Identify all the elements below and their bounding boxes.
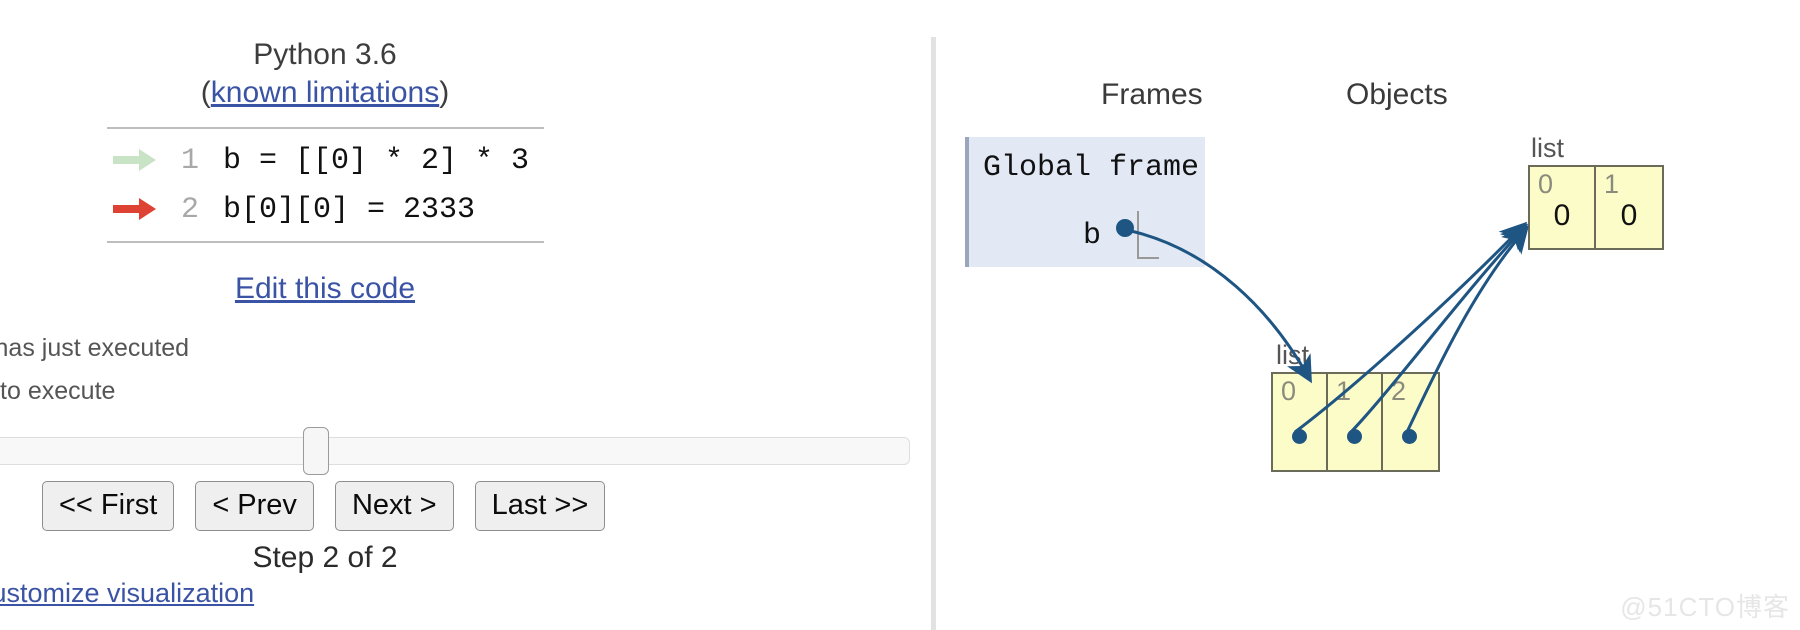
pointer-dot-icon bbox=[1347, 429, 1362, 444]
list-cell: 1 bbox=[1328, 374, 1383, 470]
inner-list-type-label: list bbox=[1531, 133, 1564, 163]
next-line-arrow-icon bbox=[107, 185, 161, 234]
list-cell-index: 1 bbox=[1604, 169, 1620, 199]
step-slider-handle[interactable] bbox=[303, 427, 329, 475]
paren-close: ) bbox=[439, 76, 450, 109]
list-cell-index: 2 bbox=[1391, 376, 1407, 406]
list-cell-value: 0 bbox=[1620, 199, 1638, 232]
outer-list-type-label: list bbox=[1276, 340, 1309, 370]
outer-list-object: 0 1 2 bbox=[1271, 372, 1440, 472]
global-frame-title: Global frame bbox=[983, 151, 1200, 185]
variable-slot-b bbox=[1137, 211, 1159, 259]
inner-list-object: 0 0 1 0 bbox=[1528, 165, 1664, 250]
legend-next-to-execute: next line to execute bbox=[0, 377, 116, 405]
app-root: Python 3.6 (known limitations) 1 b = [[0… bbox=[0, 0, 1800, 630]
watermark: @51CTO博客 bbox=[1620, 592, 1790, 622]
list-cell: 2 bbox=[1383, 374, 1438, 470]
pointer-dot-icon bbox=[1402, 429, 1417, 444]
code-pane: Python 3.6 (known limitations) 1 b = [[0… bbox=[0, 0, 931, 630]
list-cell-value: 0 bbox=[1553, 199, 1571, 232]
step-slider-track[interactable] bbox=[0, 437, 910, 465]
legend-just-executed: line that has just executed bbox=[0, 334, 190, 362]
step-counter-label: Step 2 of 2 bbox=[252, 541, 398, 574]
known-limitations-link[interactable]: known limitations bbox=[211, 76, 439, 109]
code-line-number: 1 bbox=[180, 143, 199, 178]
list-cell-index: 0 bbox=[1281, 376, 1297, 406]
frames-column-heading: Frames bbox=[1101, 78, 1203, 111]
executed-line-arrow-icon bbox=[107, 136, 161, 185]
python-version-header: Python 3.6 (known limitations) bbox=[0, 36, 650, 112]
list-cell: 0 bbox=[1273, 374, 1328, 470]
customize-visualization-link[interactable]: Customize visualization bbox=[0, 578, 254, 609]
prev-button[interactable]: < Prev bbox=[195, 481, 314, 531]
code-line-1[interactable]: 1 b = [[0] * 2] * 3 bbox=[107, 136, 544, 185]
edit-this-code-link[interactable]: Edit this code bbox=[0, 272, 650, 306]
variable-name-b: b bbox=[1083, 219, 1102, 253]
list-cell-index: 1 bbox=[1336, 376, 1352, 406]
visualization-pane: Frames Objects Global frame b list 0 0 1… bbox=[931, 0, 1800, 630]
last-button[interactable]: Last >> bbox=[474, 481, 606, 531]
legend: line that has just executed next line to… bbox=[0, 327, 200, 413]
navigation-buttons: << First < Prev Next > Last >> bbox=[42, 481, 606, 531]
next-button[interactable]: Next > bbox=[334, 481, 454, 531]
list-cell-index: 0 bbox=[1538, 169, 1554, 199]
code-line-text: b[0][0] = 2333 bbox=[223, 192, 476, 227]
list-cell: 0 0 bbox=[1530, 167, 1596, 248]
python-version-label: Python 3.6 bbox=[253, 38, 397, 71]
code-line-2[interactable]: 2 b[0][0] = 2333 bbox=[107, 185, 544, 234]
paren-open: ( bbox=[200, 76, 211, 109]
code-line-text: b = [[0] * 2] * 3 bbox=[223, 143, 530, 178]
code-line-number: 2 bbox=[180, 192, 199, 227]
code-display: 1 b = [[0] * 2] * 3 2 b[0][0] = 2333 bbox=[107, 127, 544, 243]
first-button[interactable]: << First bbox=[42, 481, 175, 531]
pointer-dot-icon bbox=[1292, 429, 1307, 444]
list-cell: 1 0 bbox=[1596, 167, 1662, 248]
known-limitations-line: (known limitations) bbox=[0, 74, 650, 112]
objects-column-heading: Objects bbox=[1346, 78, 1448, 111]
